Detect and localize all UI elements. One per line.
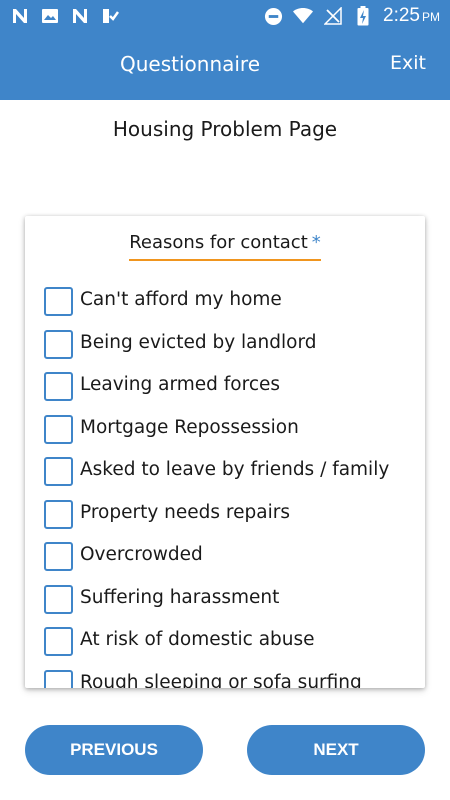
checkbox-option[interactable]: Can't afford my home: [44, 285, 414, 328]
exit-button[interactable]: Exit: [390, 52, 426, 74]
checkbox-label: Overcrowded: [80, 544, 203, 565]
checkbox[interactable]: [44, 287, 73, 316]
reasons-checkbox-list: Can't afford my home Being evicted by la…: [44, 285, 414, 688]
wifi-icon: [293, 6, 314, 26]
checkbox-label: Asked to leave by friends / family: [80, 459, 390, 480]
card-heading-label: Reasons for contact: [129, 232, 308, 253]
checkbox-option[interactable]: Leaving armed forces: [44, 370, 414, 413]
checkbox-label: Property needs repairs: [80, 501, 290, 523]
checkbox-label: Being evicted by landlord: [80, 331, 317, 353]
checkbox-option[interactable]: Being evicted by landlord: [44, 328, 414, 371]
checkbox[interactable]: [44, 627, 73, 656]
checkbox-option[interactable]: Asked to leave by friends / family: [44, 455, 414, 498]
do-not-disturb-icon: [263, 6, 283, 26]
page-title: Housing Problem Page: [112, 117, 338, 141]
n-notification-icon: [70, 6, 90, 26]
checkbox-label: At risk of domestic abuse: [80, 629, 315, 650]
no-signal-icon: [323, 6, 343, 26]
app-title: Questionnaire: [119, 52, 261, 76]
reasons-card: Reasons for contact * Can't afford my hom…: [25, 216, 425, 688]
checkbox-option[interactable]: Overcrowded: [44, 540, 414, 583]
checkbox-label: Leaving armed forces: [80, 374, 281, 395]
image-notification-icon: [40, 6, 60, 26]
previous-button[interactable]: PREVIOUS: [25, 725, 203, 775]
n-notification-icon: [10, 6, 30, 26]
checkbox-label: Suffering harassment: [80, 586, 280, 608]
checkbox[interactable]: [44, 584, 73, 614]
card-heading: Reasons for contact *: [25, 232, 425, 261]
checklist-notification-icon: [100, 6, 120, 26]
checkbox[interactable]: [44, 414, 73, 444]
checkbox-option[interactable]: Mortgage Repossession: [44, 413, 414, 456]
battery-charging-icon: [353, 6, 373, 26]
checkbox-option[interactable]: Property needs repairs: [44, 498, 414, 541]
checkbox-option[interactable]: At risk of domestic abuse: [44, 625, 414, 668]
checkbox-label: Rough sleeping or sofa surfing: [80, 671, 362, 689]
status-bar: 2:25 PM: [0, 0, 450, 32]
checkbox[interactable]: [44, 329, 73, 359]
checkbox-label: Can't afford my home: [80, 289, 282, 310]
required-marker: *: [311, 232, 321, 253]
checkbox[interactable]: [44, 542, 73, 571]
next-button[interactable]: NEXT: [247, 725, 425, 775]
status-time: 2:25 PM: [383, 5, 440, 26]
checkbox[interactable]: [44, 457, 73, 486]
checkbox-option[interactable]: Rough sleeping or sofa surfing: [44, 668, 414, 689]
checkbox[interactable]: [44, 669, 73, 688]
checkbox[interactable]: [44, 372, 73, 401]
app-header: 2:25 PM Questionnaire Exit: [0, 0, 450, 100]
checkbox[interactable]: [44, 499, 73, 529]
checkbox-label: Mortgage Repossession: [80, 416, 299, 438]
checkbox-option[interactable]: Suffering harassment: [44, 583, 414, 626]
